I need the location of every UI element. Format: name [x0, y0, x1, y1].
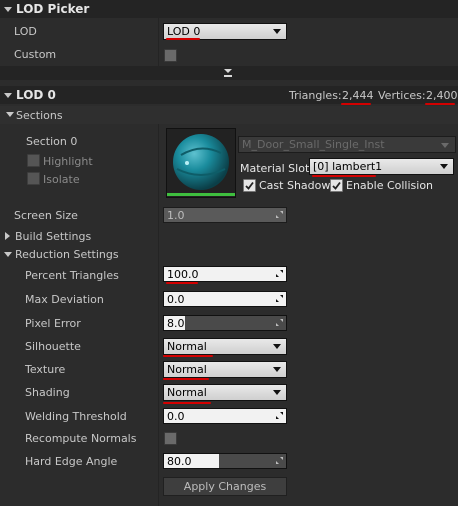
custom-checkbox[interactable] [164, 49, 177, 62]
spin-arrows-icon[interactable] [276, 319, 283, 326]
material-thumbnail[interactable] [166, 128, 236, 198]
shading-dropdown[interactable]: Normal [163, 384, 287, 401]
pixel-error-field[interactable]: 8.0 [163, 315, 287, 331]
chevron-down-icon [273, 29, 281, 34]
sections-header[interactable]: Sections [0, 106, 458, 124]
chevron-down-icon [441, 143, 449, 148]
vertices-value: 2,400 [426, 89, 458, 102]
max-deviation-field[interactable]: 0.0 [163, 291, 287, 307]
recompute-normals-checkbox[interactable] [164, 432, 177, 445]
screen-size-label: Screen Size [14, 209, 78, 222]
checkmark-icon [245, 181, 254, 190]
expand-down-icon [224, 69, 232, 77]
hard-edge-angle-field[interactable]: 80.0 [163, 453, 287, 469]
collapse-arrow-icon[interactable] [4, 6, 12, 12]
chevron-down-icon [440, 164, 448, 169]
section-0-label: Section 0 [26, 135, 78, 148]
material-name-value: M_Door_Small_Single_Inst [242, 138, 385, 151]
spin-arrows-icon[interactable] [276, 457, 283, 464]
max-deviation-value: 0.0 [167, 293, 185, 306]
welding-threshold-field[interactable]: 0.0 [163, 408, 287, 424]
welding-threshold-value: 0.0 [167, 410, 185, 423]
screen-size-field: 1.0 [163, 207, 287, 223]
texture-label: Texture [25, 363, 66, 376]
reduction-settings-label: Reduction Settings [15, 248, 119, 261]
spin-arrows-icon[interactable] [276, 270, 283, 277]
lod-label: LOD [14, 25, 37, 38]
lod-dropdown-value: LOD 0 [167, 25, 201, 38]
chevron-down-icon [273, 344, 281, 349]
spin-arrows-icon [276, 211, 283, 218]
material-slot-value: [0] lambert1 [313, 160, 383, 173]
recompute-normals-label: Recompute Normals [25, 432, 137, 445]
percent-triangles-value: 100.0 [167, 268, 199, 281]
max-deviation-label: Max Deviation [25, 293, 104, 306]
material-slot-dropdown[interactable]: [0] lambert1 [309, 158, 454, 175]
hard-edge-angle-label: Hard Edge Angle [25, 455, 118, 468]
shading-label: Shading [25, 386, 70, 399]
chevron-down-icon [273, 390, 281, 395]
silhouette-label: Silhouette [25, 340, 81, 353]
checkmark-icon [332, 181, 341, 190]
spin-arrows-icon[interactable] [276, 295, 283, 302]
shading-value: Normal [167, 386, 207, 399]
triangles-value: 2,444 [342, 89, 374, 102]
silhouette-value: Normal [167, 340, 207, 353]
texture-value: Normal [167, 363, 207, 376]
advanced-expand-bar[interactable] [0, 66, 458, 80]
expand-arrow-icon[interactable] [5, 232, 10, 240]
cast-shadow-checkbox[interactable] [243, 179, 256, 192]
percent-triangles-label: Percent Triangles [25, 269, 119, 282]
collapse-arrow-icon[interactable] [4, 252, 12, 257]
build-settings-row[interactable]: Build Settings [0, 228, 158, 244]
hard-edge-angle-value: 80.0 [167, 455, 192, 468]
pixel-error-value: 8.0 [167, 317, 185, 330]
material-slot-label: Material Slot [240, 162, 310, 175]
pixel-error-label: Pixel Error [25, 317, 81, 330]
material-name-field[interactable]: M_Door_Small_Single_Inst [238, 136, 456, 153]
welding-threshold-label: Welding Threshold [25, 410, 127, 423]
apply-changes-button[interactable]: Apply Changes [163, 477, 287, 496]
custom-label: Custom [14, 48, 57, 61]
lod-picker-title: LOD Picker [16, 2, 90, 16]
spin-arrows-icon[interactable] [276, 412, 283, 419]
isolate-label: Isolate [43, 173, 80, 186]
isolate-checkbox[interactable] [27, 172, 40, 185]
vertices-label: Vertices: [378, 89, 426, 102]
sections-title: Sections [16, 109, 63, 122]
build-settings-label: Build Settings [15, 230, 92, 243]
triangles-label: Triangles: [289, 89, 342, 102]
reduction-settings-row[interactable]: Reduction Settings [0, 246, 158, 262]
texture-dropdown[interactable]: Normal [163, 361, 287, 378]
lod0-title: LOD 0 [16, 88, 56, 102]
chevron-down-icon [273, 367, 281, 372]
collapse-arrow-icon[interactable] [4, 92, 12, 98]
enable-collision-label: Enable Collision [346, 179, 434, 192]
enable-collision-checkbox[interactable] [330, 179, 343, 192]
screen-size-value: 1.0 [167, 209, 185, 222]
collapse-arrow-icon[interactable] [6, 112, 14, 117]
material-sphere-icon [167, 129, 235, 197]
percent-triangles-field[interactable]: 100.0 [163, 266, 287, 282]
cast-shadow-label: Cast Shadow [259, 179, 331, 192]
lod-picker-header[interactable]: LOD Picker [0, 0, 458, 18]
highlight-checkbox[interactable] [27, 154, 40, 167]
highlight-label: Highlight [43, 155, 93, 168]
silhouette-dropdown[interactable]: Normal [163, 338, 287, 355]
